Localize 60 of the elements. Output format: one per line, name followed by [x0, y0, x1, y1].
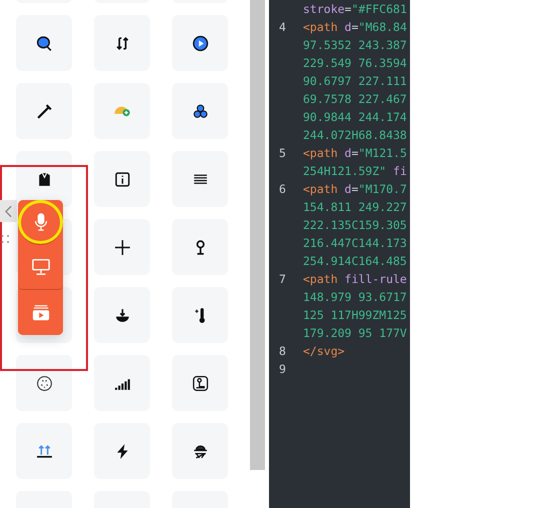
code-line: 179.209 95 177V: [303, 325, 407, 342]
icon-tile[interactable]: [94, 15, 150, 71]
code-line: 222.135C159.305: [303, 217, 407, 234]
code-line: <path d="M121.5: [303, 145, 407, 162]
code-line: 229.549 76.3594: [303, 55, 407, 72]
icon-tile[interactable]: [16, 423, 72, 479]
icon-tile[interactable]: [94, 287, 150, 343]
code-line: 254H121.59Z" fi: [303, 163, 407, 180]
code-line: 254.914C164.485: [303, 253, 407, 270]
code-line: 97.5352 243.387: [303, 37, 407, 54]
download-bowl-icon: [114, 306, 130, 324]
icon-tile[interactable]: [172, 355, 228, 411]
icon-tile[interactable]: [172, 219, 228, 275]
line-number: 4: [278, 19, 287, 36]
toolbar-button[interactable]: [18, 290, 63, 335]
code-line: 125 117H99ZM125: [303, 307, 407, 324]
code-line: 244.072H68.8438: [303, 127, 407, 144]
icon-tile[interactable]: [172, 83, 228, 139]
info-icon: [114, 170, 130, 188]
icon-tile[interactable]: [94, 219, 150, 275]
drag-handle-icon[interactable]: [1, 234, 10, 244]
icon-tile[interactable]: [172, 423, 228, 479]
code-line: </svg>: [303, 343, 345, 360]
hexagons-icon: [192, 102, 208, 120]
collapse-tab[interactable]: [0, 200, 17, 222]
icon-tile[interactable]: [172, 151, 228, 207]
line-number: 6: [278, 181, 287, 198]
code-line: <path d="M170.7: [303, 181, 407, 198]
dotted-circle-icon: [36, 374, 52, 392]
line-number: 8: [278, 343, 287, 360]
code-line: 148.979 93.6717: [303, 289, 407, 306]
plus-icon: [114, 238, 130, 256]
code-line: <path d="M68.84: [303, 19, 407, 36]
toolbar-button[interactable]: [18, 245, 63, 290]
code-line: stroke="#FFC681: [303, 1, 407, 18]
code-line: 216.447C144.173: [303, 235, 407, 252]
code-line: 69.7578 227.467: [303, 91, 407, 108]
icon-tile[interactable]: [94, 151, 150, 207]
line-number: 5: [278, 145, 287, 162]
monitor-icon: [32, 258, 50, 276]
chevron-left-icon: [5, 204, 12, 218]
icon-tile[interactable]: [16, 15, 72, 71]
line-number: 9: [278, 361, 287, 378]
icon-tile[interactable]: [94, 83, 150, 139]
icon-tile[interactable]: [16, 355, 72, 411]
code-line: 154.811 249.227: [303, 199, 407, 216]
up-arrows-icon: [36, 442, 52, 460]
video-folder-icon: [32, 304, 50, 322]
icon-tile[interactable]: [94, 355, 150, 411]
play-circle-icon: [192, 34, 208, 52]
swap-arrows-icon: [114, 34, 130, 52]
icon-tile[interactable]: [172, 287, 228, 343]
line-number: 7: [278, 271, 287, 288]
code-line: <path fill-rule: [303, 271, 407, 288]
code-line: 90.9844 244.174: [303, 109, 407, 126]
icon-tile[interactable]: [16, 83, 72, 139]
scrollbar[interactable]: [250, 0, 265, 470]
icon-tile[interactable]: [172, 15, 228, 71]
code-line: 90.6797 227.111: [303, 73, 407, 90]
icon-tile[interactable]: [94, 423, 150, 479]
